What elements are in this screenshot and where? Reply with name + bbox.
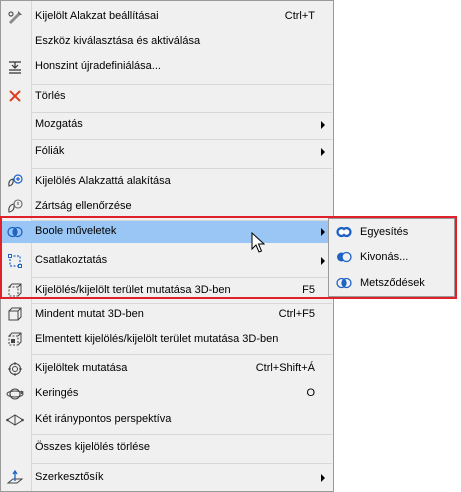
boolean-icon	[6, 224, 24, 240]
menu-item-label: Keringés	[35, 387, 79, 399]
submenu-item-label: Egyesítés	[360, 226, 409, 238]
object-settings-icon	[6, 9, 24, 25]
menu-item-two-point-perspective[interactable]: Két iránypontos perspektíva	[2, 409, 333, 431]
menu-separator	[32, 277, 332, 278]
menu-item-boolean-operations[interactable]: Boole műveletek	[2, 221, 333, 243]
menu-separator	[32, 139, 332, 140]
menu-item-shortcut: Ctrl+F5	[278, 308, 315, 320]
menu-item-label: Kijelöltek mutatása	[35, 362, 128, 374]
submenu-item-label: Metsződések	[360, 277, 425, 289]
menu-item-redefine-home-story[interactable]: Honszint újradefiniálása...	[2, 56, 333, 78]
menu-item-shortcut: F5	[302, 284, 315, 296]
menu-item-object-settings[interactable]: Kijelölt Alakzat beállításai Ctrl+T	[2, 6, 333, 28]
menu-item-label: Szerkesztősík	[35, 471, 104, 483]
menu-item-orbit[interactable]: Keringés O	[2, 383, 333, 405]
connect-icon	[6, 253, 24, 269]
submenu-arrow-icon	[321, 474, 325, 482]
show-selected-icon	[6, 361, 24, 377]
intersect-icon	[335, 275, 353, 291]
menu-item-layers[interactable]: Fóliák	[2, 141, 333, 163]
submenu-item-subtract[interactable]: Kivonás...	[330, 245, 453, 269]
submenu-item-label: Kivonás...	[360, 251, 409, 263]
menu-item-shortcut: Ctrl+Shift+Á	[255, 362, 315, 374]
menu-item-label: Honszint újradefiniálása...	[35, 60, 161, 72]
two-point-perspective-icon	[6, 412, 24, 428]
show-selection-3d-icon	[6, 283, 24, 299]
menu-item-delete[interactable]: Törlés	[2, 86, 333, 108]
menu-item-label: Összes kijelölés törlése	[35, 441, 150, 453]
menu-item-move[interactable]: Mozgatás	[2, 114, 333, 136]
menu-item-shortcut: Ctrl+T	[284, 10, 315, 22]
menu-item-label: Kijelölés Alakzattá alakítása	[35, 175, 171, 187]
menu-item-editing-plane[interactable]: Szerkesztősík	[2, 467, 333, 489]
subtract-icon	[335, 249, 353, 265]
menu-separator	[32, 354, 332, 355]
menu-separator	[32, 112, 332, 113]
submenu-arrow-icon	[321, 121, 325, 129]
mouse-cursor-icon	[251, 232, 265, 254]
menu-item-check-solid[interactable]: Zártság ellenőrzése	[2, 196, 333, 218]
saved-selection-3d-icon	[6, 332, 24, 348]
menu-separator	[32, 463, 332, 464]
delete-icon	[6, 89, 24, 105]
menu-item-label: Fóliák	[35, 145, 65, 157]
menu-item-deselect-all[interactable]: Összes kijelölés törlése	[2, 437, 333, 459]
menu-item-label: Törlés	[35, 90, 66, 102]
menu-item-show-selection-3d[interactable]: Kijelölés/kijelölt terület mutatása 3D-b…	[2, 280, 333, 302]
menu-item-select-tool[interactable]: Eszköz kiválasztása és aktiválása	[2, 31, 333, 53]
menu-item-label: Mozgatás	[35, 118, 83, 130]
check-solid-icon	[6, 199, 24, 215]
menu-item-label: Zártság ellenőrzése	[35, 200, 132, 212]
menu-item-shortcut: O	[306, 387, 315, 399]
submenu-arrow-icon	[321, 148, 325, 156]
submenu-item-union[interactable]: Egyesítés	[330, 220, 453, 244]
context-menu: Kijelölt Alakzat beállításai Ctrl+T Eszk…	[0, 0, 334, 492]
menu-item-label: Kijelölés/kijelölt terület mutatása 3D-b…	[35, 284, 231, 296]
show-all-3d-icon	[6, 307, 24, 323]
menu-item-convert-to-morph[interactable]: Kijelölés Alakzattá alakítása	[2, 171, 333, 193]
menu-item-label: Eszköz kiválasztása és aktiválása	[35, 35, 201, 47]
submenu-arrow-icon	[321, 228, 325, 236]
menu-item-show-all-3d[interactable]: Mindent mutat 3D-ben Ctrl+F5	[2, 304, 333, 326]
boolean-submenu: Egyesítés Kivonás... Metsződések	[328, 218, 455, 297]
menu-separator	[32, 84, 332, 85]
menu-item-label: Elmentett kijelölés/kijelölt terület mut…	[35, 333, 279, 345]
menu-item-connect[interactable]: Csatlakoztatás	[2, 250, 333, 272]
menu-item-show-selected[interactable]: Kijelöltek mutatása Ctrl+Shift+Á	[2, 358, 333, 380]
orbit-icon	[6, 386, 24, 402]
menu-separator	[32, 168, 332, 169]
submenu-item-intersect[interactable]: Metsződések	[330, 271, 453, 295]
menu-item-saved-selection-3d[interactable]: Elmentett kijelölés/kijelölt terület mut…	[2, 329, 333, 351]
submenu-arrow-icon	[321, 257, 325, 265]
menu-item-label: Boole műveletek	[35, 225, 117, 237]
menu-item-label: Csatlakoztatás	[35, 254, 108, 266]
home-story-icon	[6, 59, 24, 75]
menu-item-label: Mindent mutat 3D-ben	[35, 308, 144, 320]
editing-plane-icon	[6, 470, 24, 486]
menu-item-label: Kijelölt Alakzat beállításai	[35, 10, 159, 22]
menu-item-label: Két iránypontos perspektíva	[35, 413, 172, 425]
menu-separator	[32, 434, 332, 435]
convert-to-morph-icon	[6, 174, 24, 190]
union-icon	[335, 224, 353, 240]
